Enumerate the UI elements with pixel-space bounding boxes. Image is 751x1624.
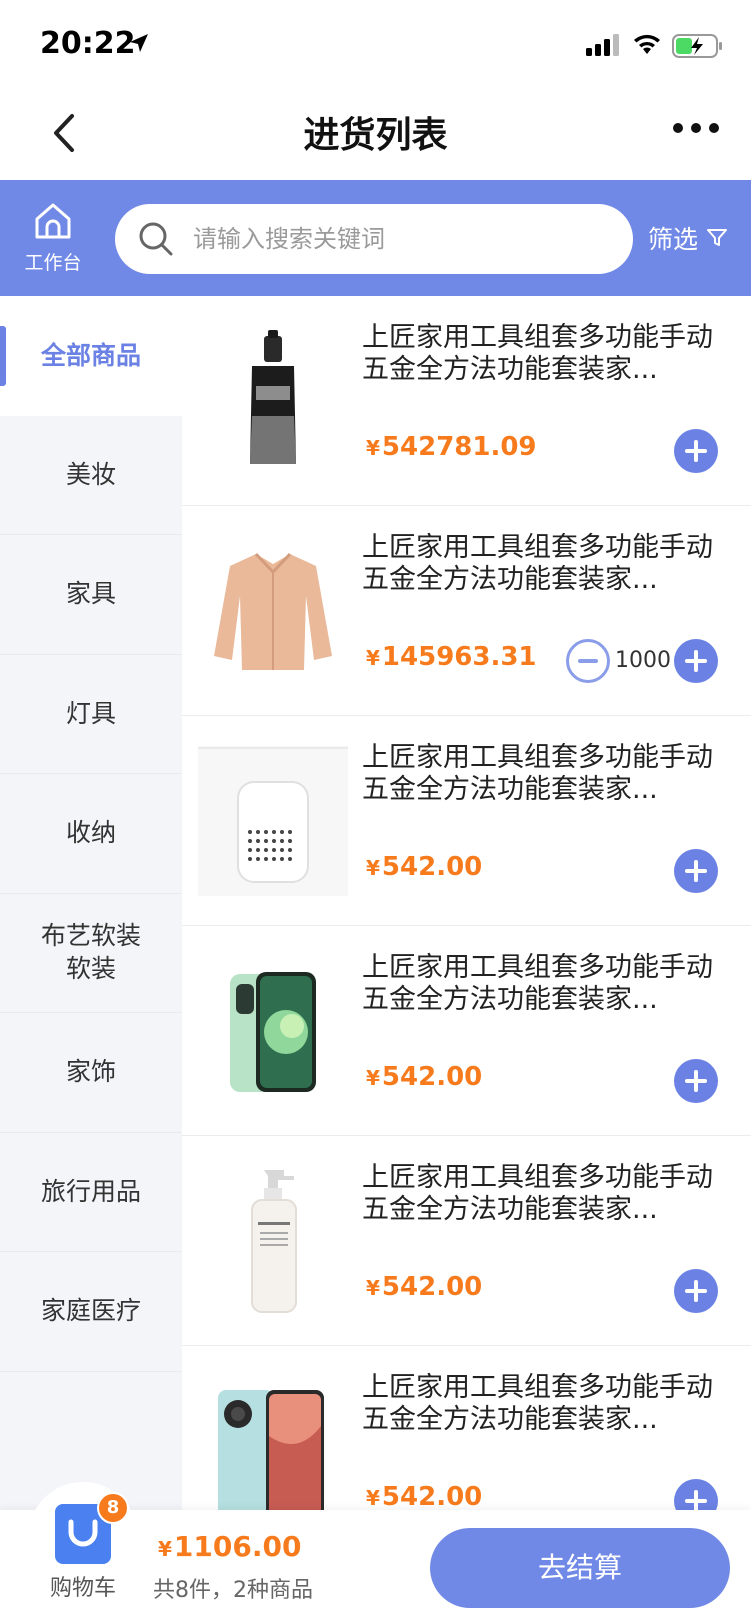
product-title: 上匠家用工具组套多功能手动五金全方法功能套装家... [362, 1162, 713, 1225]
product-price: ¥542.00 [366, 1062, 482, 1092]
search-box[interactable] [115, 204, 633, 274]
price-value: 145963.31 [381, 642, 537, 672]
currency-symbol: ¥ [366, 646, 380, 670]
search-header: 工作台 筛选 [0, 180, 751, 296]
category-item-medical[interactable]: 家庭医疗 [0, 1252, 182, 1372]
product-price: ¥542781.09 [366, 432, 537, 462]
smartphone-image [198, 1376, 348, 1510]
navigation-bar: 进货列表 [0, 88, 751, 180]
price-value: 542.00 [381, 1062, 483, 1092]
add-button[interactable] [674, 1269, 718, 1313]
product-card[interactable]: 上匠家用工具组套多功能手动五金全方法功能套装家... ¥542.00 [182, 716, 751, 926]
price-value: 542781.09 [381, 432, 537, 462]
product-card[interactable]: 上匠家用工具组套多功能手动五金全方法功能套装家... ¥542781.09 [182, 296, 751, 506]
air-purifier-image [198, 746, 348, 896]
category-item-furniture[interactable]: 家具 [0, 535, 182, 655]
home-icon [35, 203, 71, 239]
serum-bottle-image [198, 326, 348, 476]
filter-funnel-icon [707, 229, 728, 246]
currency-symbol: ¥ [366, 856, 380, 880]
product-card[interactable]: 上匠家用工具组套多功能手动五金全方法功能套装家... ¥542.00 [182, 926, 751, 1136]
add-button[interactable] [674, 429, 718, 473]
product-card[interactable]: 上匠家用工具组套多功能手动五金全方法功能套装家... ¥145963.31 10… [182, 506, 751, 716]
currency-symbol: ¥ [366, 436, 380, 460]
lotion-bottle-image [198, 1166, 348, 1316]
category-item-beauty[interactable]: 美妆 [0, 416, 182, 535]
add-button[interactable] [674, 1479, 718, 1510]
filter-label: 筛选 [648, 225, 699, 254]
total-value: 1106.00 [173, 1530, 302, 1563]
price-value: 542.00 [381, 1482, 483, 1510]
add-button[interactable] [674, 1059, 718, 1103]
product-price: ¥542.00 [366, 1482, 482, 1510]
currency-symbol: ¥ [366, 1276, 380, 1300]
cart-label[interactable]: 购物车 [40, 1570, 126, 1602]
checkout-button[interactable]: 去结算 [430, 1528, 730, 1608]
product-title: 上匠家用工具组套多功能手动五金全方法功能套装家... [362, 322, 713, 385]
category-item-lighting[interactable]: 灯具 [0, 655, 182, 774]
workbench-button[interactable]: 工作台 [16, 200, 90, 280]
product-title: 上匠家用工具组套多功能手动五金全方法功能套装家... [362, 532, 713, 595]
product-card[interactable]: 上匠家用工具组套多功能手动五金全方法功能套装家... ¥542.00 [182, 1346, 751, 1510]
search-input[interactable] [193, 204, 613, 274]
status-time: 20:22 [40, 26, 136, 61]
price-value: 542.00 [381, 852, 483, 882]
wifi-icon [634, 34, 660, 54]
category-item-storage[interactable]: 收纳 [0, 774, 182, 894]
cart-count-badge: 8 [97, 1492, 129, 1524]
currency-symbol: ¥ [366, 1066, 380, 1090]
category-item-decor[interactable]: 家饰 [0, 1013, 182, 1133]
page-title: 进货列表 [303, 115, 448, 156]
product-title: 上匠家用工具组套多功能手动五金全方法功能套装家... [362, 952, 713, 1015]
cellular-signal-icon [586, 34, 619, 56]
cart-total-price: ¥1106.00 [158, 1530, 301, 1563]
price-value: 542.00 [381, 1272, 483, 1302]
decrease-button[interactable] [566, 639, 610, 683]
product-price: ¥542.00 [366, 852, 482, 882]
category-item-all[interactable]: 全部商品 [0, 296, 182, 416]
add-button[interactable] [674, 639, 718, 683]
filter-button[interactable]: 筛选 [648, 220, 728, 256]
category-sidebar: 全部商品 美妆 家具 灯具 收纳 布艺软装 软装 家饰 旅行用品 家庭医疗 [0, 296, 182, 1510]
category-item-travel[interactable]: 旅行用品 [0, 1133, 182, 1252]
green-phone-image [198, 956, 348, 1106]
currency-symbol: ¥ [158, 1537, 172, 1561]
product-title: 上匠家用工具组套多功能手动五金全方法功能套装家... [362, 742, 713, 805]
silk-shirt-image [198, 536, 348, 686]
search-icon [139, 222, 173, 256]
category-item-fabric[interactable]: 布艺软装 软装 [0, 894, 182, 1013]
currency-symbol: ¥ [366, 1486, 380, 1510]
battery-charging-icon [672, 34, 722, 58]
product-card[interactable]: 上匠家用工具组套多功能手动五金全方法功能套装家... ¥542.00 [182, 1136, 751, 1346]
workbench-label: 工作台 [24, 252, 82, 274]
product-price: ¥145963.31 [366, 642, 537, 672]
product-title: 上匠家用工具组套多功能手动五金全方法功能套装家... [362, 1372, 713, 1435]
location-arrow-icon [130, 34, 148, 52]
product-list: 上匠家用工具组套多功能手动五金全方法功能套装家... ¥542781.09 上匠… [182, 296, 751, 1510]
add-button[interactable] [674, 849, 718, 893]
quantity-value[interactable]: 1000 [614, 648, 672, 673]
cart-summary: 共8件，2种商品 [153, 1578, 313, 1603]
status-bar: 20:22 [0, 0, 751, 88]
more-options-icon[interactable] [672, 118, 720, 138]
product-price: ¥542.00 [366, 1272, 482, 1302]
